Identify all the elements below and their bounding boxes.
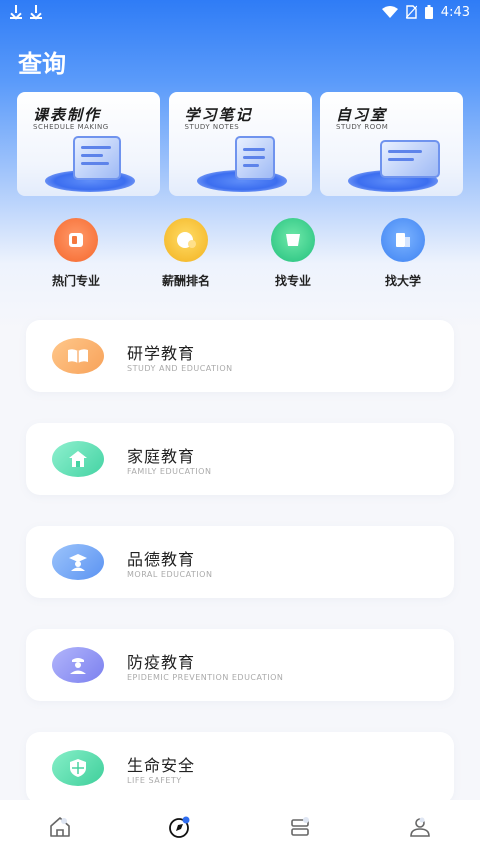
university-icon [381,218,425,262]
list-item-family-education[interactable]: 家庭教育 FAMILY EDUCATION [26,423,454,495]
feature-cards: 课表制作 SCHEDULE MAKING 学习笔记 STUDY NOTES 自习… [17,92,463,196]
money-bag-icon [164,218,208,262]
quick-link-find-university[interactable]: 找大学 [358,218,448,289]
list-item-study-education[interactable]: 研学教育 STUDY AND EDUCATION [26,320,454,392]
item-subtitle: MORAL EDUCATION [127,570,213,579]
folder-icon [380,140,440,178]
home-icon [50,817,70,837]
battery-icon [424,5,433,19]
tab-library[interactable] [280,807,320,847]
quick-link-label: 找大学 [384,274,421,288]
list-item-epidemic-prevention-education[interactable]: 防疫教育 EPIDEMIC PREVENTION EDUCATION [26,629,454,701]
study-room-card[interactable]: 自习室 STUDY ROOM [320,92,463,196]
clipboard-icon [234,136,275,180]
item-subtitle: EPIDEMIC PREVENTION EDUCATION [127,673,284,682]
no-sim-icon [405,5,417,19]
status-time: 4:43 [440,4,470,20]
item-subtitle: STUDY AND EDUCATION [127,364,233,373]
tab-discover[interactable] [160,807,200,847]
card-subtitle: STUDY NOTES [184,123,240,131]
bottom-tab-bar [0,800,480,854]
item-title: 研学教育 [127,344,196,363]
graduate-icon [52,544,104,580]
card-title: 课表制作 [33,106,102,124]
page-title: 查询 [18,50,66,78]
tab-profile[interactable] [400,807,440,847]
list-item-moral-education[interactable]: 品德教育 MORAL EDUCATION [26,526,454,598]
study-notes-card[interactable]: 学习笔记 STUDY NOTES [168,92,312,196]
quick-link-salary-ranking[interactable]: 薪酬排名 [141,218,231,289]
quick-links: 热门专业 薪酬排名 找专业 找大学 [0,218,480,290]
item-title: 品德教育 [127,550,196,569]
quick-link-label: 薪酬排名 [161,274,210,288]
wifi-icon [381,6,398,18]
card-title: 学习笔记 [184,106,253,124]
list-item-life-safety[interactable]: 生命安全 LIFE SAFETY [26,732,454,804]
card-subtitle: SCHEDULE MAKING [33,123,109,131]
house-icon [52,441,104,477]
status-bar: 4:43 [0,0,480,24]
item-subtitle: FAMILY EDUCATION [127,467,212,476]
layers-icon [291,817,309,836]
quick-link-label: 热门专业 [51,274,100,288]
open-book-icon [52,338,104,374]
quick-link-label: 找专业 [274,274,311,288]
schedule-board-icon [73,136,121,180]
item-title: 生命安全 [127,756,196,775]
schedule-making-card[interactable]: 课表制作 SCHEDULE MAKING [17,92,160,196]
card-subtitle: STUDY ROOM [336,123,389,131]
medical-staff-icon [52,647,104,683]
item-title: 家庭教育 [127,447,196,466]
profile-icon [410,817,430,837]
book-icon [54,218,98,262]
card-title: 自习室 [336,106,388,124]
quick-link-find-major[interactable]: 找专业 [248,218,338,289]
item-subtitle: LIFE SAFETY [127,776,182,785]
compass-icon [169,816,190,838]
item-title: 防疫教育 [127,653,196,672]
shield-icon [52,750,104,786]
download-icon [10,5,22,19]
download-icon [30,5,42,19]
tab-home[interactable] [40,807,80,847]
quick-link-hot-majors[interactable]: 热门专业 [31,218,121,289]
search-major-icon [271,218,315,262]
